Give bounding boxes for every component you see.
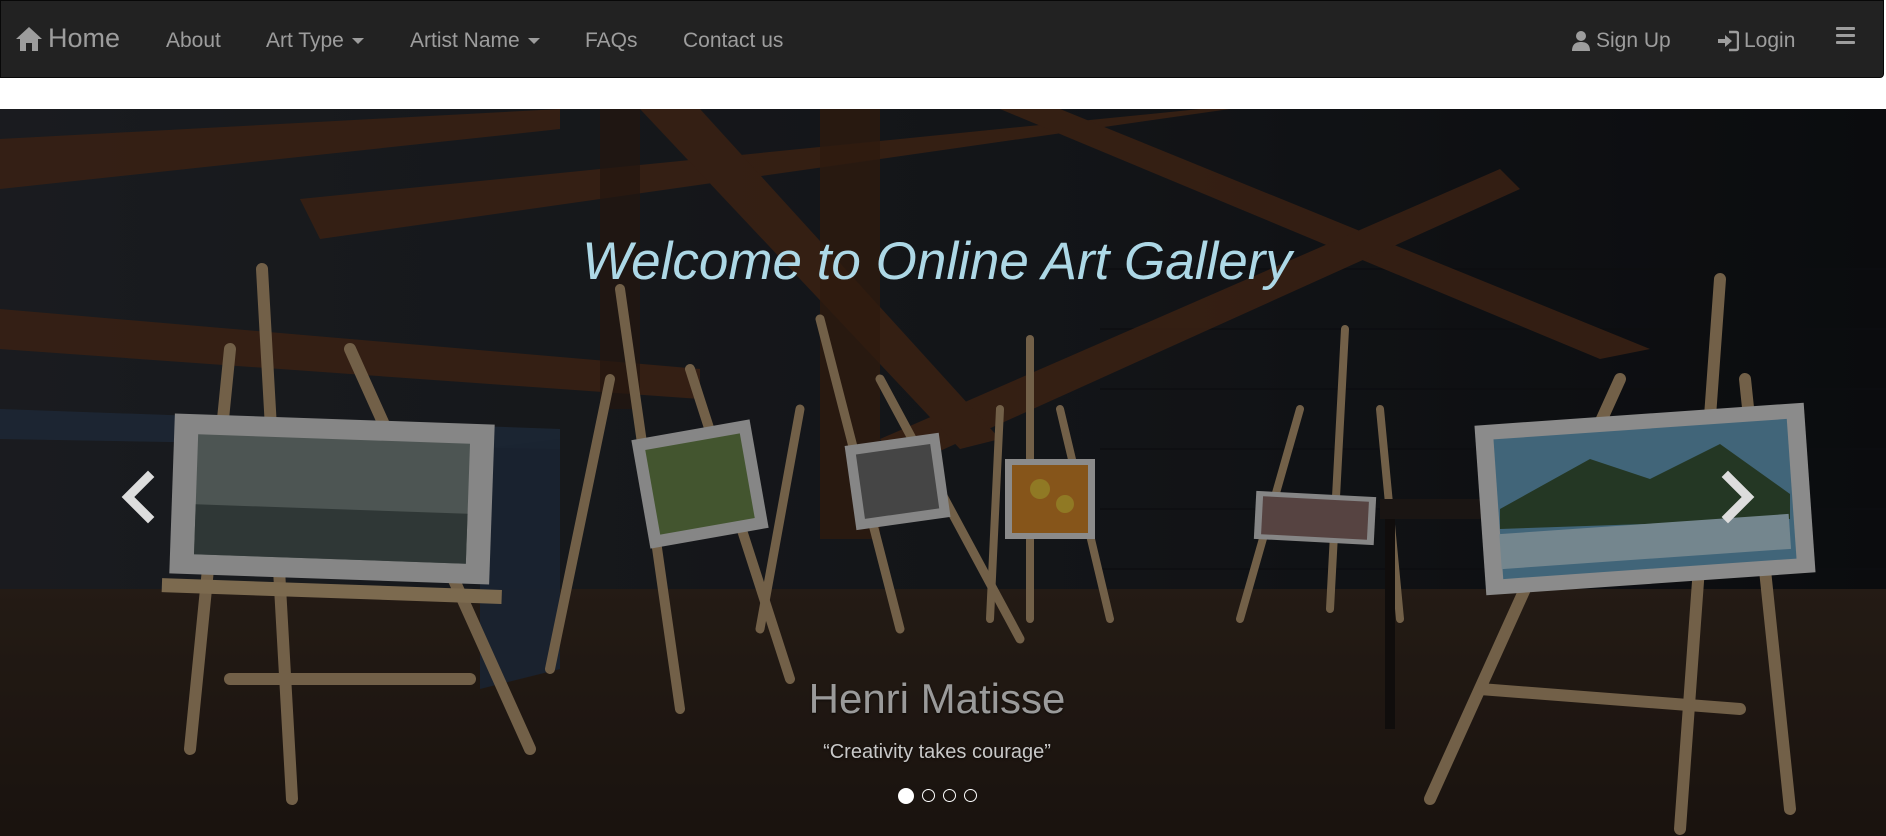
sign-up-label: Sign Up <box>1596 29 1671 52</box>
top-navbar: Home About Art Type Artist Name FAQs Con… <box>0 0 1884 78</box>
nav-artist-name-dropdown[interactable]: Artist Name <box>410 29 540 53</box>
nav-home-label: Home <box>48 23 121 53</box>
nav-art-type-dropdown[interactable]: Art Type <box>266 29 364 53</box>
hamburger-menu-icon[interactable] <box>1836 27 1855 47</box>
carousel-caption-title: Henri Matisse <box>808 675 1066 722</box>
login-label: Login <box>1744 29 1796 52</box>
carousel-indicator-4[interactable] <box>963 789 977 802</box>
carousel-indicator-2[interactable] <box>921 789 935 802</box>
user-icon <box>1572 31 1590 51</box>
nav-about-label: About <box>166 29 221 52</box>
hero-carousel: Welcome to Online Art Gallery Henri Mati… <box>0 109 1886 836</box>
nav-contact-label: Contact us <box>683 29 784 52</box>
carousel-next-button[interactable] <box>1718 469 1758 525</box>
nav-faqs-label: FAQs <box>585 29 638 52</box>
sign-up-link[interactable]: Sign Up <box>1571 29 1671 53</box>
login-icon <box>1718 30 1739 52</box>
carousel-indicator-3[interactable] <box>942 789 956 802</box>
nav-faqs-link[interactable]: FAQs <box>585 29 638 53</box>
login-link[interactable]: Login <box>1717 29 1795 53</box>
gallery-background-image <box>0 109 1886 836</box>
carousel-indicators <box>0 788 1874 804</box>
chevron-right-icon <box>1721 470 1755 524</box>
nav-artist-name-label: Artist Name <box>410 29 520 52</box>
nav-art-type-label: Art Type <box>266 29 344 52</box>
carousel-indicator-1[interactable] <box>897 788 914 804</box>
nav-contact-link[interactable]: Contact us <box>683 29 783 53</box>
caret-down-icon <box>351 38 364 44</box>
carousel-caption-quote: “Creativity takes courage” <box>823 741 1051 763</box>
caret-down-icon <box>527 38 540 44</box>
nav-home-link[interactable]: Home <box>15 23 120 54</box>
home-icon <box>16 26 42 51</box>
nav-about-link[interactable]: About <box>166 29 221 53</box>
chevron-left-icon <box>121 470 155 524</box>
welcome-headline: Welcome to Online Art Gallery <box>582 232 1292 291</box>
carousel-prev-button[interactable] <box>118 469 158 525</box>
